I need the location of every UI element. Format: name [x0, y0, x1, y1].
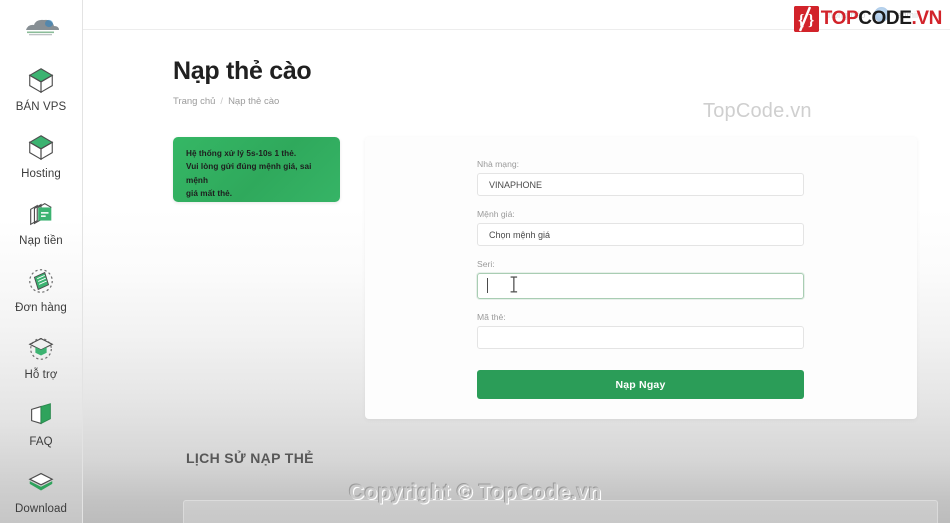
main-content: Nạp thẻ cào Trang chủ / Nạp thẻ cào Hệ t… [83, 30, 950, 523]
sidebar-item-label: Download [15, 503, 67, 515]
breadcrumb-home[interactable]: Trang chủ [173, 96, 215, 107]
sidebar-item-hosting[interactable]: Hosting [0, 121, 83, 188]
carrier-select[interactable] [477, 173, 804, 196]
money-card-icon [23, 197, 59, 230]
book-icon [23, 398, 59, 431]
carrier-label: Nhà mạng: [477, 159, 520, 169]
sidebar-item-don-hang[interactable]: Đơn hàng [0, 255, 83, 322]
copyright-watermark: Copyright © TopCode.vn [349, 481, 602, 504]
serial-label: Seri: [477, 259, 495, 269]
submit-topup-button[interactable]: Nạp Ngay [477, 370, 804, 399]
sidebar: BÁN VPS Hosting Nạp tiền Đơn hàng Hỗ trợ… [0, 0, 83, 523]
info-alert: Hệ thống xử lý 5s-10s 1 thẻ. Vui lòng gử… [173, 137, 340, 202]
logo-mark-icon: { } [793, 6, 819, 32]
watermark-center: TopCode.vn [703, 100, 812, 122]
history-title: LỊCH SỬ NẠP THẺ [186, 450, 314, 466]
sidebar-item-nap-tien[interactable]: Nạp tiền [0, 188, 83, 255]
sidebar-item-label: Hosting [21, 168, 61, 180]
card-code-input[interactable] [477, 326, 804, 349]
sidebar-item-label: Hỗ trợ [24, 369, 58, 381]
svg-text:}: } [808, 12, 814, 29]
field-carrier: Nhà mạng: [477, 159, 804, 196]
support-graduation-icon [23, 331, 59, 364]
sidebar-item-label: BÁN VPS [15, 101, 67, 113]
breadcrumb: Trang chủ / Nạp thẻ cào [173, 96, 279, 107]
text-caret [487, 278, 488, 293]
breadcrumb-separator: / [220, 96, 224, 107]
page-title: Nạp thẻ cào [173, 57, 312, 85]
logo-text-code: CODE [858, 8, 912, 29]
logo-text-vn: .VN [911, 8, 943, 29]
breadcrumb-current: Nạp thẻ cào [228, 96, 280, 107]
topup-form-card: Nhà mạng: Mệnh giá: Seri: [365, 137, 917, 419]
card-code-label: Mã thẻ: [477, 312, 506, 322]
brand-logo[interactable] [19, 14, 63, 38]
alert-line-1: Hệ thống xử lý 5s-10s 1 thẻ. [186, 149, 297, 158]
sidebar-item-label: Đơn hàng [15, 302, 67, 314]
sidebar-item-download[interactable]: Download [0, 456, 83, 523]
order-refresh-icon [23, 264, 59, 297]
download-box-icon [23, 465, 59, 498]
sidebar-item-ban-vps[interactable]: BÁN VPS [0, 54, 83, 121]
field-serial: Seri: [477, 259, 804, 299]
sidebar-item-ho-tro[interactable]: Hỗ trợ [0, 322, 83, 389]
cube-icon [23, 63, 59, 96]
sidebar-item-label: FAQ [29, 436, 53, 448]
serial-input[interactable] [477, 273, 804, 299]
amount-label: Mệnh giá: [477, 209, 515, 219]
sidebar-item-label: Nạp tiền [19, 235, 63, 247]
app-root: BÁN VPS Hosting Nạp tiền Đơn hàng Hỗ trợ… [0, 0, 950, 523]
field-amount: Mệnh giá: [477, 209, 804, 246]
alert-line-3: giá mất thẻ. [186, 188, 233, 198]
amount-select[interactable] [477, 223, 804, 246]
cube-icon [23, 130, 59, 163]
field-card-code: Mã thẻ: [477, 312, 804, 349]
sidebar-item-faq[interactable]: FAQ [0, 389, 83, 456]
topcode-logo-watermark: { } TOPCODE.VN [793, 6, 943, 32]
logo-text-top: TOP [820, 8, 859, 29]
alert-line-2: Vui lòng gửi đúng mệnh giá, sai mệnh [186, 162, 312, 185]
logo-text: TOPCODE.VN [820, 8, 943, 30]
